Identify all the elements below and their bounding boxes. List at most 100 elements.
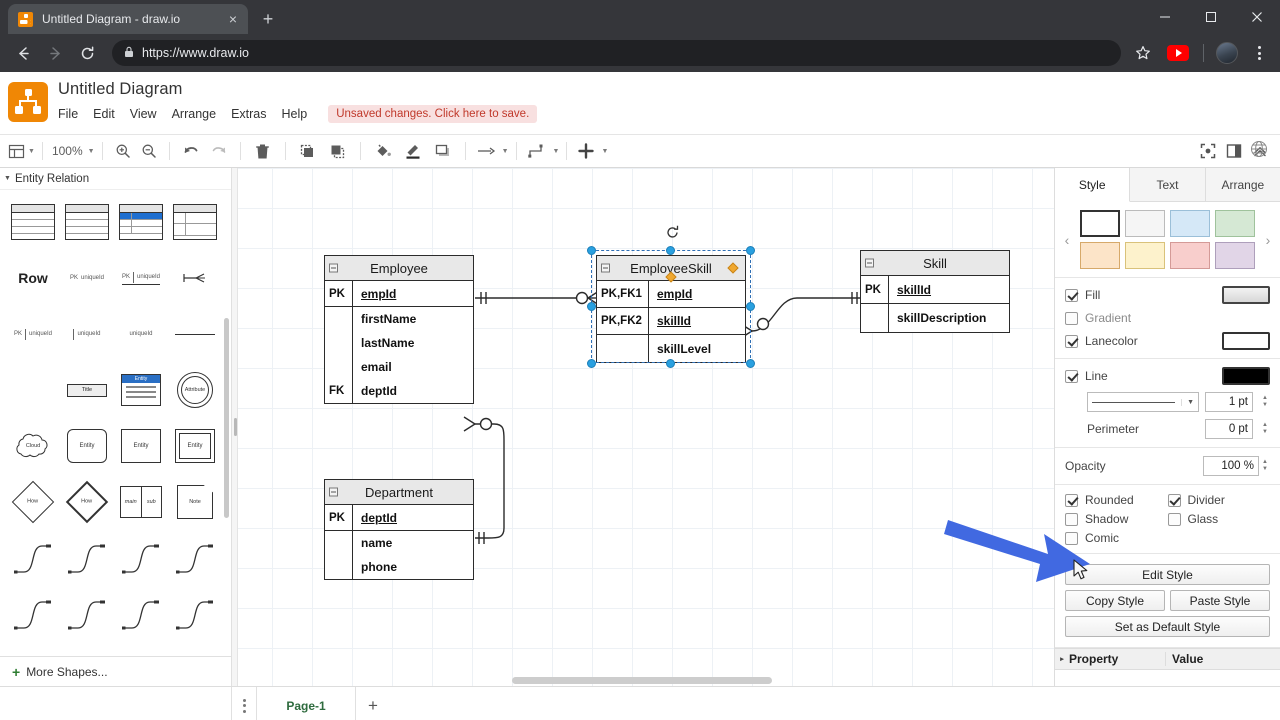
palette-section-header[interactable]: ▼ Entity Relation [0,168,231,190]
menu-view[interactable]: View [130,104,165,124]
shape-entity-blue[interactable]: Entity [116,366,166,414]
shape-edge-8[interactable] [170,590,220,638]
page-title[interactable]: Untitled Diagram [58,80,537,99]
connection-caret-icon[interactable]: ▼ [502,148,509,155]
fullscreen-icon[interactable] [1200,138,1216,164]
connection-arrow-icon[interactable] [473,138,499,164]
lanecolor-swatch[interactable] [1222,332,1270,350]
add-page-button[interactable]: + [356,696,390,716]
shape-table-4[interactable] [170,198,220,246]
swatch-purple[interactable] [1215,242,1255,269]
shape-cloud[interactable]: Cloud [8,422,58,470]
swatch-orange[interactable] [1080,242,1120,269]
shape-line[interactable] [170,310,220,358]
shape-row[interactable]: Row [8,254,58,302]
diagram-canvas[interactable]: Employee PK empId firstName lastName ema… [232,168,1054,686]
shape-entity-double[interactable]: Entity [170,422,220,470]
table-row[interactable]: email [325,355,473,379]
window-close-icon[interactable] [1234,0,1280,34]
shape-pk-row-1[interactable]: PK uniqueId [62,254,112,302]
more-shapes-button[interactable]: + More Shapes... [0,656,231,686]
minimize-icon[interactable] [1142,0,1188,34]
shape-entity-rounded[interactable]: Entity [62,422,112,470]
swatch-gray[interactable] [1125,210,1165,237]
page-menu-icon[interactable] [232,698,256,713]
menu-arrange[interactable]: Arrange [172,104,224,124]
resize-handle-w[interactable] [587,302,596,311]
shape-edge-1[interactable] [8,534,58,582]
expander-icon[interactable]: ▸ [1055,655,1069,663]
globe-icon[interactable] [1250,140,1268,158]
shape-relation-diamond-bold[interactable]: How [62,478,112,526]
resize-handle-e[interactable] [746,302,755,311]
back-button[interactable] [8,38,38,68]
entity-department[interactable]: Department PK deptId name phone [324,479,474,580]
line-style-dropdown[interactable]: ▼ [1087,392,1199,412]
zoom-level[interactable]: 100% [50,144,85,158]
waypoints-caret-icon[interactable]: ▼ [553,148,560,155]
table-row[interactable]: skillDescription [861,304,1009,332]
shape-table-1[interactable] [8,198,58,246]
table-row[interactable]: PK empId [325,281,473,307]
opacity-input[interactable]: 100 % [1203,456,1259,476]
shape-edge-2[interactable] [62,534,112,582]
swatch-next-icon[interactable]: › [1260,232,1276,248]
zoom-out-icon[interactable] [136,138,162,164]
page-tab-page-1[interactable]: Page-1 [256,686,356,720]
shape-relation-diamond[interactable]: How [8,478,58,526]
line-width-stepper[interactable]: ▲ ▼ [1260,395,1270,409]
swatch-prev-icon[interactable]: ‹ [1059,232,1075,248]
lanecolor-checkbox[interactable] [1065,334,1078,348]
tab-style[interactable]: Style [1055,168,1131,202]
shape-edge-3[interactable] [116,534,166,582]
tab-text[interactable]: Text [1130,168,1206,201]
swatch-blue[interactable] [1170,210,1210,237]
line-width-input[interactable]: 1 pt [1205,392,1253,412]
paste-style-button[interactable]: Paste Style [1170,590,1270,611]
star-icon[interactable] [1129,39,1157,67]
insert-caret-icon[interactable]: ▼ [601,148,608,155]
table-row[interactable]: PK skillId [861,276,1009,304]
zoom-in-icon[interactable] [110,138,136,164]
redo-icon[interactable] [205,138,233,164]
shadow-checkbox[interactable] [1065,512,1078,526]
collapse-icon[interactable] [601,263,610,273]
shape-edge-6[interactable] [62,590,112,638]
shape-split-entity[interactable]: main sub [116,478,166,526]
reload-button[interactable] [72,38,102,68]
maximize-icon[interactable] [1188,0,1234,34]
insert-plus-icon[interactable] [574,138,598,164]
resize-handle-se[interactable] [746,359,755,368]
resize-handle-ne[interactable] [746,246,755,255]
view-icon[interactable] [8,138,25,164]
trash-icon[interactable] [248,138,278,164]
table-row[interactable]: PK,FK2 skillId [597,308,745,335]
collapse-icon[interactable] [329,487,338,497]
resize-handle-s[interactable] [666,359,675,368]
menu-help[interactable]: Help [282,104,316,124]
fill-checkbox[interactable] [1065,288,1078,302]
gradient-checkbox[interactable] [1065,311,1078,325]
shape-note[interactable]: Note [170,478,220,526]
shape-pk-row-3[interactable]: PK uniqueId [8,310,58,358]
swatch-white[interactable] [1080,210,1120,237]
table-row[interactable]: lastName [325,331,473,355]
resize-handle-nw[interactable] [587,246,596,255]
entity-skill[interactable]: Skill PK skillId skillDescription [860,250,1010,333]
table-row[interactable]: name [325,531,473,555]
shape-table-2[interactable] [62,198,112,246]
shape-row-divider[interactable]: uniqueId [62,310,112,358]
entity-header[interactable]: Skill [861,251,1009,276]
shadow-icon[interactable] [428,138,458,164]
to-front-icon[interactable] [293,138,323,164]
shape-plain-row[interactable]: uniqueId [116,310,166,358]
canvas-horizontal-scrollbar[interactable] [512,677,772,684]
menu-edit[interactable]: Edit [93,104,123,124]
palette-scrollbar[interactable] [224,318,229,518]
undo-icon[interactable] [177,138,205,164]
entity-connection-dot-icon[interactable] [727,262,739,274]
zoom-caret-icon[interactable]: ▼ [88,148,95,155]
copy-style-button[interactable]: Copy Style [1065,590,1165,611]
shape-edge-5[interactable] [8,590,58,638]
perimeter-input[interactable]: 0 pt [1205,419,1253,439]
